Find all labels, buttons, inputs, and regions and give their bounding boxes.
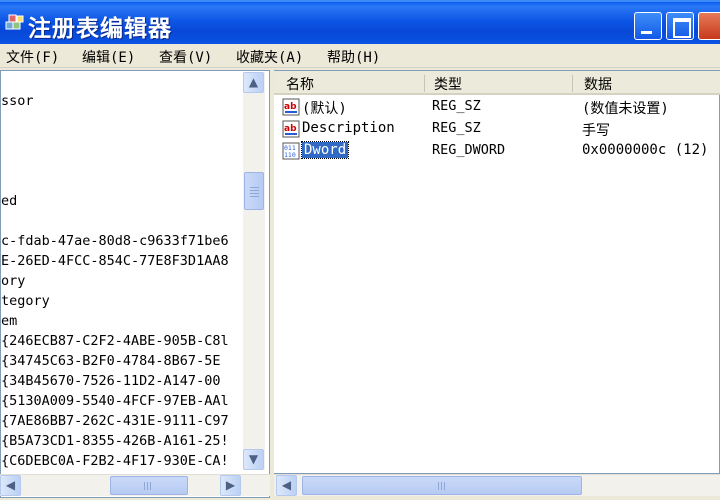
svg-text:ab: ab: [284, 102, 297, 112]
value-row[interactable]: ab Description REG_SZ 手写: [274, 119, 720, 140]
scroll-up-button[interactable]: ▲: [243, 72, 264, 93]
column-header-type[interactable]: 类型: [434, 74, 462, 94]
maximize-button[interactable]: [666, 12, 694, 40]
value-row[interactable]: ab (默认) REG_SZ (数值未设置): [274, 97, 720, 118]
registry-key-tree[interactable]: ssor ed c-fdab-47ae-80d8-c9633f71be6 E-26ED…: [0, 70, 270, 498]
tree-node[interactable]: em: [1, 313, 17, 329]
tree-node[interactable]: ssor: [1, 93, 34, 109]
tree-node[interactable]: tegory: [1, 293, 50, 309]
menu-view[interactable]: 查看(V): [159, 47, 212, 67]
value-type: REG_SZ: [432, 98, 481, 114]
scroll-down-button[interactable]: ▼: [243, 449, 264, 470]
minimize-button[interactable]: [634, 12, 662, 40]
string-value-icon: ab: [282, 98, 300, 116]
tree-scroll-left-button[interactable]: ◀: [0, 475, 21, 496]
menu-favorites[interactable]: 收藏夹(A): [236, 47, 303, 67]
svg-text:110: 110: [284, 151, 296, 159]
value-data: 手写: [582, 123, 610, 139]
list-horizontal-scrollbar[interactable]: ◀: [274, 474, 720, 496]
menu-edit[interactable]: 编辑(E): [82, 47, 135, 67]
tree-node[interactable]: {7AE86BB7-262C-431E-9111-C97: [1, 413, 229, 429]
value-name: Dword: [300, 141, 350, 159]
tree-node[interactable]: c-fdab-47ae-80d8-c9633f71be6: [1, 233, 229, 249]
column-header-data[interactable]: 数据: [584, 74, 612, 94]
list-header: 名称 类型 数据: [274, 71, 720, 95]
menu-help[interactable]: 帮助(H): [327, 47, 380, 67]
window-title: 注册表编辑器: [28, 16, 172, 42]
close-button[interactable]: [698, 12, 720, 40]
value-type: REG_SZ: [432, 120, 481, 136]
menu-file[interactable]: 文件(F): [6, 47, 59, 67]
tree-node[interactable]: {5130A009-5540-4FCF-97EB-AAl: [1, 393, 229, 409]
regedit-app-icon: [5, 14, 24, 30]
value-row-selected[interactable]: 011 110 Dword REG_DWORD 0x0000000c (12): [274, 141, 720, 162]
tree-scroll-right-button[interactable]: ▶: [220, 475, 241, 496]
tree-node[interactable]: {34B45670-7526-11D2-A147-00: [1, 373, 220, 389]
tree-node[interactable]: ory: [1, 273, 25, 289]
tree-horizontal-scrollbar[interactable]: ◀ ▶: [0, 474, 270, 496]
tree-horizontal-scroll-thumb[interactable]: [110, 476, 188, 495]
tree-node[interactable]: {246ECB87-C2F2-4ABE-905B-C8l: [1, 333, 229, 349]
tree-node[interactable]: E-26ED-4FCC-854C-77E8F3D1AA8: [1, 253, 229, 269]
value-type: REG_DWORD: [432, 142, 506, 158]
dword-value-icon: 011 110: [282, 142, 300, 160]
list-scroll-left-button[interactable]: ◀: [276, 475, 297, 496]
value-data: (数值未设置): [582, 101, 669, 117]
registry-value-list[interactable]: 名称 类型 数据 ab (默认) REG_SZ (数值未设置) ab Descr…: [274, 70, 720, 474]
tree-node[interactable]: ed: [1, 193, 17, 209]
value-name: Description: [302, 120, 395, 136]
tree-node[interactable]: {C6DEBC0A-F2B2-4F17-930E-CA!: [1, 453, 229, 469]
tree-vertical-scroll-thumb[interactable]: [244, 172, 264, 210]
value-name: (默认): [302, 101, 347, 117]
column-header-name[interactable]: 名称: [286, 74, 314, 94]
title-bar[interactable]: 注册表编辑器: [0, 0, 720, 44]
tree-node[interactable]: {B5A73CD1-8355-426B-A161-25!: [1, 433, 229, 449]
menu-bar: 文件(F) 编辑(E) 查看(V) 收藏夹(A) 帮助(H): [0, 44, 720, 68]
tree-vertical-scrollbar[interactable]: ▲ ▼: [243, 72, 265, 470]
svg-text:ab: ab: [284, 124, 297, 134]
tree-node[interactable]: {34745C63-B2F0-4784-8B67-5E: [1, 353, 220, 369]
string-value-icon: ab: [282, 120, 300, 138]
list-horizontal-scroll-thumb[interactable]: [302, 476, 582, 495]
value-data: 0x0000000c (12): [582, 142, 709, 158]
